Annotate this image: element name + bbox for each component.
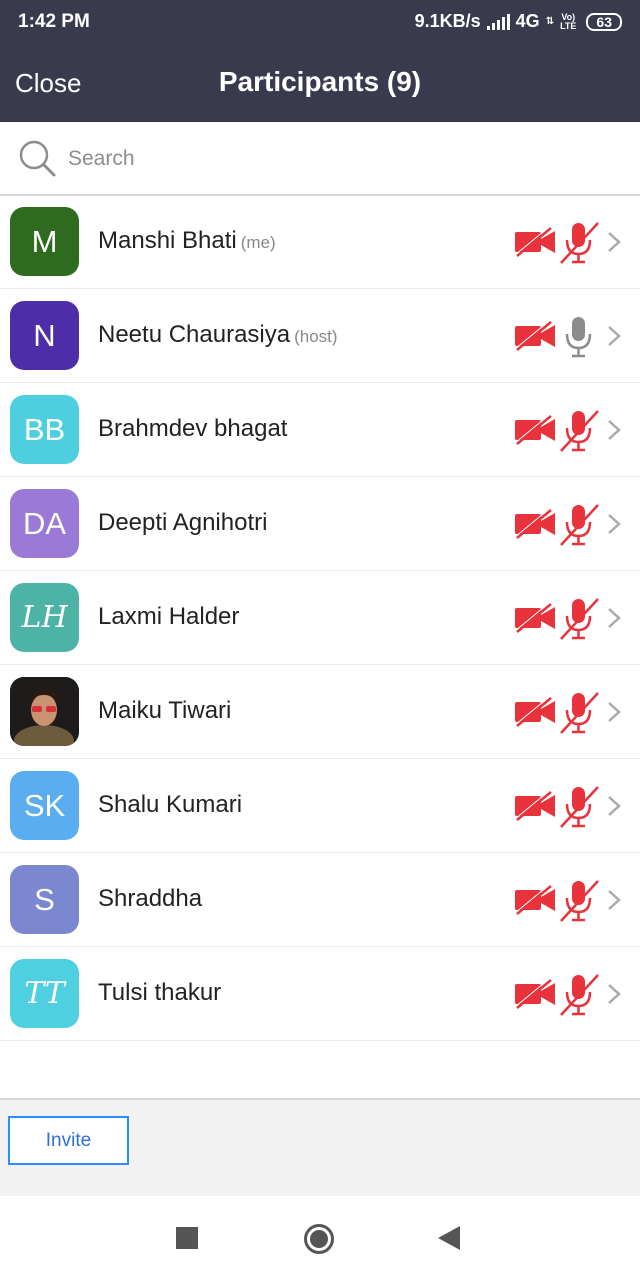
network-type: 4G [515,11,540,31]
participant-name-line: Deepti Agnihotri [98,509,267,537]
participant-name: Laxmi Halder [98,603,240,630]
nav-bar: Close Participants (9) [0,46,640,122]
participant-name: Neetu Chaurasiya [98,321,291,348]
network-activity-icon: ⇅ [545,16,555,27]
chevron-right-icon[interactable] [604,889,624,911]
mic-muted-icon[interactable] [558,973,600,1017]
video-off-icon[interactable] [514,321,556,351]
participant-role-tag: (host) [294,327,338,346]
search-input[interactable] [66,140,610,178]
video-off-icon[interactable] [514,885,556,915]
video-off-icon[interactable] [514,791,556,821]
avatar: LH [10,583,79,652]
search-bar [0,122,640,196]
recent-apps-icon[interactable] [176,1227,198,1249]
participant-name-line: Shraddha [98,885,202,913]
avatar-initials: M [31,223,58,259]
avatar-initials: SK [23,787,66,823]
chevron-right-icon[interactable] [604,231,624,253]
chevron-right-icon[interactable] [604,701,624,723]
avatar: DA [10,489,79,558]
avatar: S [10,865,79,934]
avatar-initials: TT [24,976,65,1011]
participant-row[interactable]: LH Laxmi Halder [0,571,640,665]
participant-row[interactable]: SK Shalu Kumari [0,759,640,853]
back-icon[interactable] [438,1226,460,1250]
participant-name-line: Manshi Bhati (me) [98,227,276,255]
status-time: 1:42 PM [18,11,90,32]
mic-muted-icon[interactable] [558,409,600,453]
chevron-right-icon[interactable] [604,795,624,817]
participant-name-line: Shalu Kumari [98,791,242,819]
video-off-icon[interactable] [514,603,556,633]
participant-name: Manshi Bhati [98,227,237,254]
participant-row[interactable]: DA Deepti Agnihotri [0,477,640,571]
mic-muted-icon[interactable] [558,691,600,735]
search-icon [19,140,56,177]
battery-level: 63 [596,13,612,30]
mic-muted-icon[interactable] [558,221,600,265]
participant-name-line: Laxmi Halder [98,603,239,631]
avatar: TT [10,959,79,1028]
chevron-right-icon[interactable] [604,419,624,441]
photo [10,677,79,746]
chevron-right-icon[interactable] [604,513,624,535]
video-off-icon[interactable] [514,227,556,257]
page-title: Participants (9) [218,66,422,97]
chevron-right-icon[interactable] [604,607,624,629]
avatar-initials: DA [22,505,67,541]
mic-muted-icon[interactable] [558,879,600,923]
video-off-icon[interactable] [514,509,556,539]
avatar: N [10,301,79,370]
video-off-icon[interactable] [514,979,556,1009]
invite-button[interactable]: Invite [8,1116,129,1165]
participant-row[interactable]: S Shraddha [0,853,640,947]
home-icon[interactable] [303,1223,335,1255]
volte-bottom: LTE [560,20,577,31]
participant-row[interactable]: Maiku Tiwari [0,665,640,759]
participant-name-line: Neetu Chaurasiya (host) [98,321,338,349]
participant-name: Shalu Kumari [98,791,243,818]
signal-strength-icon [486,13,510,30]
participant-name-line: Maiku Tiwari [98,697,231,725]
status-indicators: 9.1KB/s 4G ⇅ Vo) LTE 63 [415,11,622,32]
video-off-icon[interactable] [514,415,556,445]
participant-row[interactable]: BB Brahmdev bhagat [0,383,640,477]
participant-name-line: Tulsi thakur [98,979,221,1007]
avatar-initials: LH [21,600,68,635]
system-navigation-bar [0,1196,640,1280]
bottom-panel: Invite [0,1098,640,1196]
participant-role-tag: (me) [240,233,276,252]
participant-name: Deepti Agnihotri [98,509,268,536]
participant-name: Maiku Tiwari [98,697,232,724]
avatar: SK [10,771,79,840]
participant-row[interactable]: N Neetu Chaurasiya (host) [0,289,640,383]
avatar-initials: S [34,881,55,917]
mic-muted-icon[interactable] [558,597,600,641]
volte-icon: Vo) LTE [560,12,577,31]
battery-icon: 63 [586,12,622,31]
participant-name: Shraddha [98,885,203,912]
network-speed: 9.1KB/s [414,11,481,31]
avatar [10,677,79,746]
chevron-right-icon[interactable] [604,325,624,347]
mic-icon[interactable] [558,315,600,359]
avatar: M [10,207,79,276]
mic-muted-icon[interactable] [558,785,600,829]
participant-name-line: Brahmdev bhagat [98,415,287,443]
participant-list: M Manshi Bhati (me) N Neetu Chaurasiya (host)… [0,195,640,1041]
participant-row[interactable]: TT Tulsi thakur [0,947,640,1041]
avatar-initials: BB [23,411,66,447]
participant-name: Tulsi thakur [98,979,222,1006]
participant-name: Brahmdev bhagat [98,415,288,442]
avatar: BB [10,395,79,464]
status-bar: 1:42 PM 9.1KB/s 4G ⇅ Vo) LTE 63 [0,0,640,46]
chevron-right-icon[interactable] [604,983,624,1005]
avatar-initials: N [33,317,56,353]
participant-row[interactable]: M Manshi Bhati (me) [0,195,640,289]
video-off-icon[interactable] [514,697,556,727]
mic-muted-icon[interactable] [558,503,600,547]
